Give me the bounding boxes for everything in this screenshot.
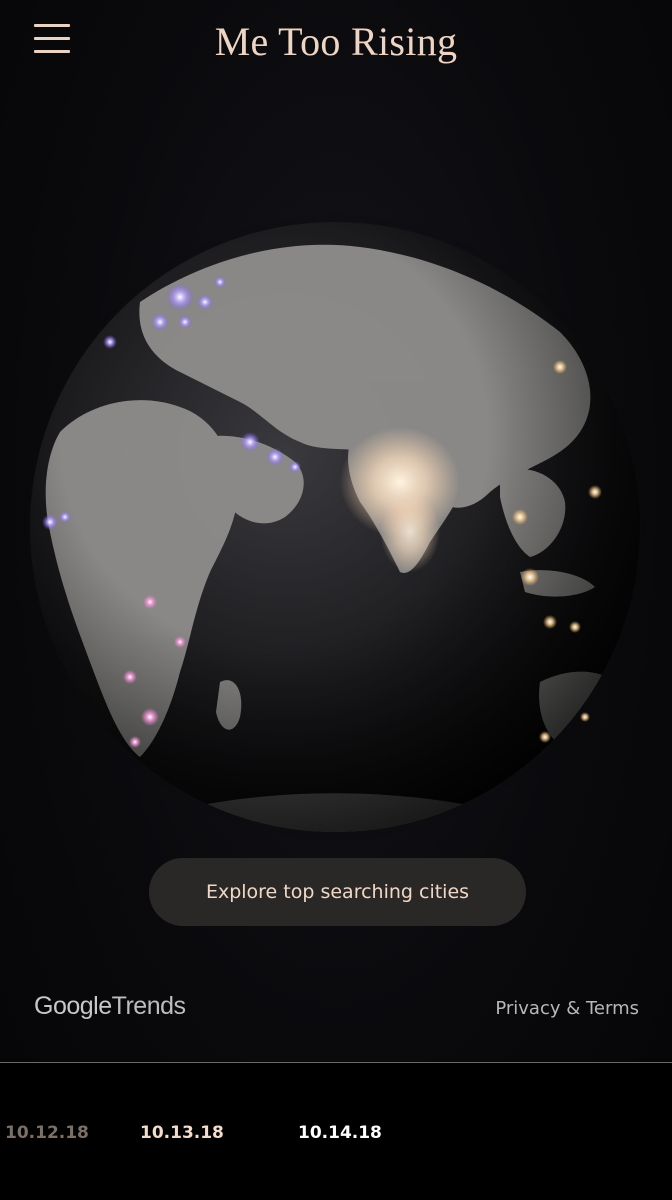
page-title: Me Too Rising xyxy=(214,19,458,64)
globe-visualization[interactable] xyxy=(20,212,650,842)
logo-google: Google xyxy=(34,992,112,1020)
explore-cities-button[interactable]: Explore top searching cities xyxy=(149,858,526,926)
privacy-terms-link[interactable]: Privacy & Terms xyxy=(495,998,639,1019)
timeline-date[interactable]: 10.12.18 xyxy=(5,1123,89,1143)
timeline[interactable]: 10.12.18 10.13.18 10.14.18 xyxy=(0,1063,672,1200)
timeline-date-active[interactable]: 10.14.18 xyxy=(298,1123,382,1143)
globe-icon xyxy=(20,212,650,842)
header: Me Too Rising xyxy=(0,0,672,90)
google-trends-logo[interactable]: GoogleTrends xyxy=(34,992,186,1021)
timeline-date[interactable]: 10.13.18 xyxy=(140,1123,224,1143)
logo-trends: Trends xyxy=(111,992,186,1020)
